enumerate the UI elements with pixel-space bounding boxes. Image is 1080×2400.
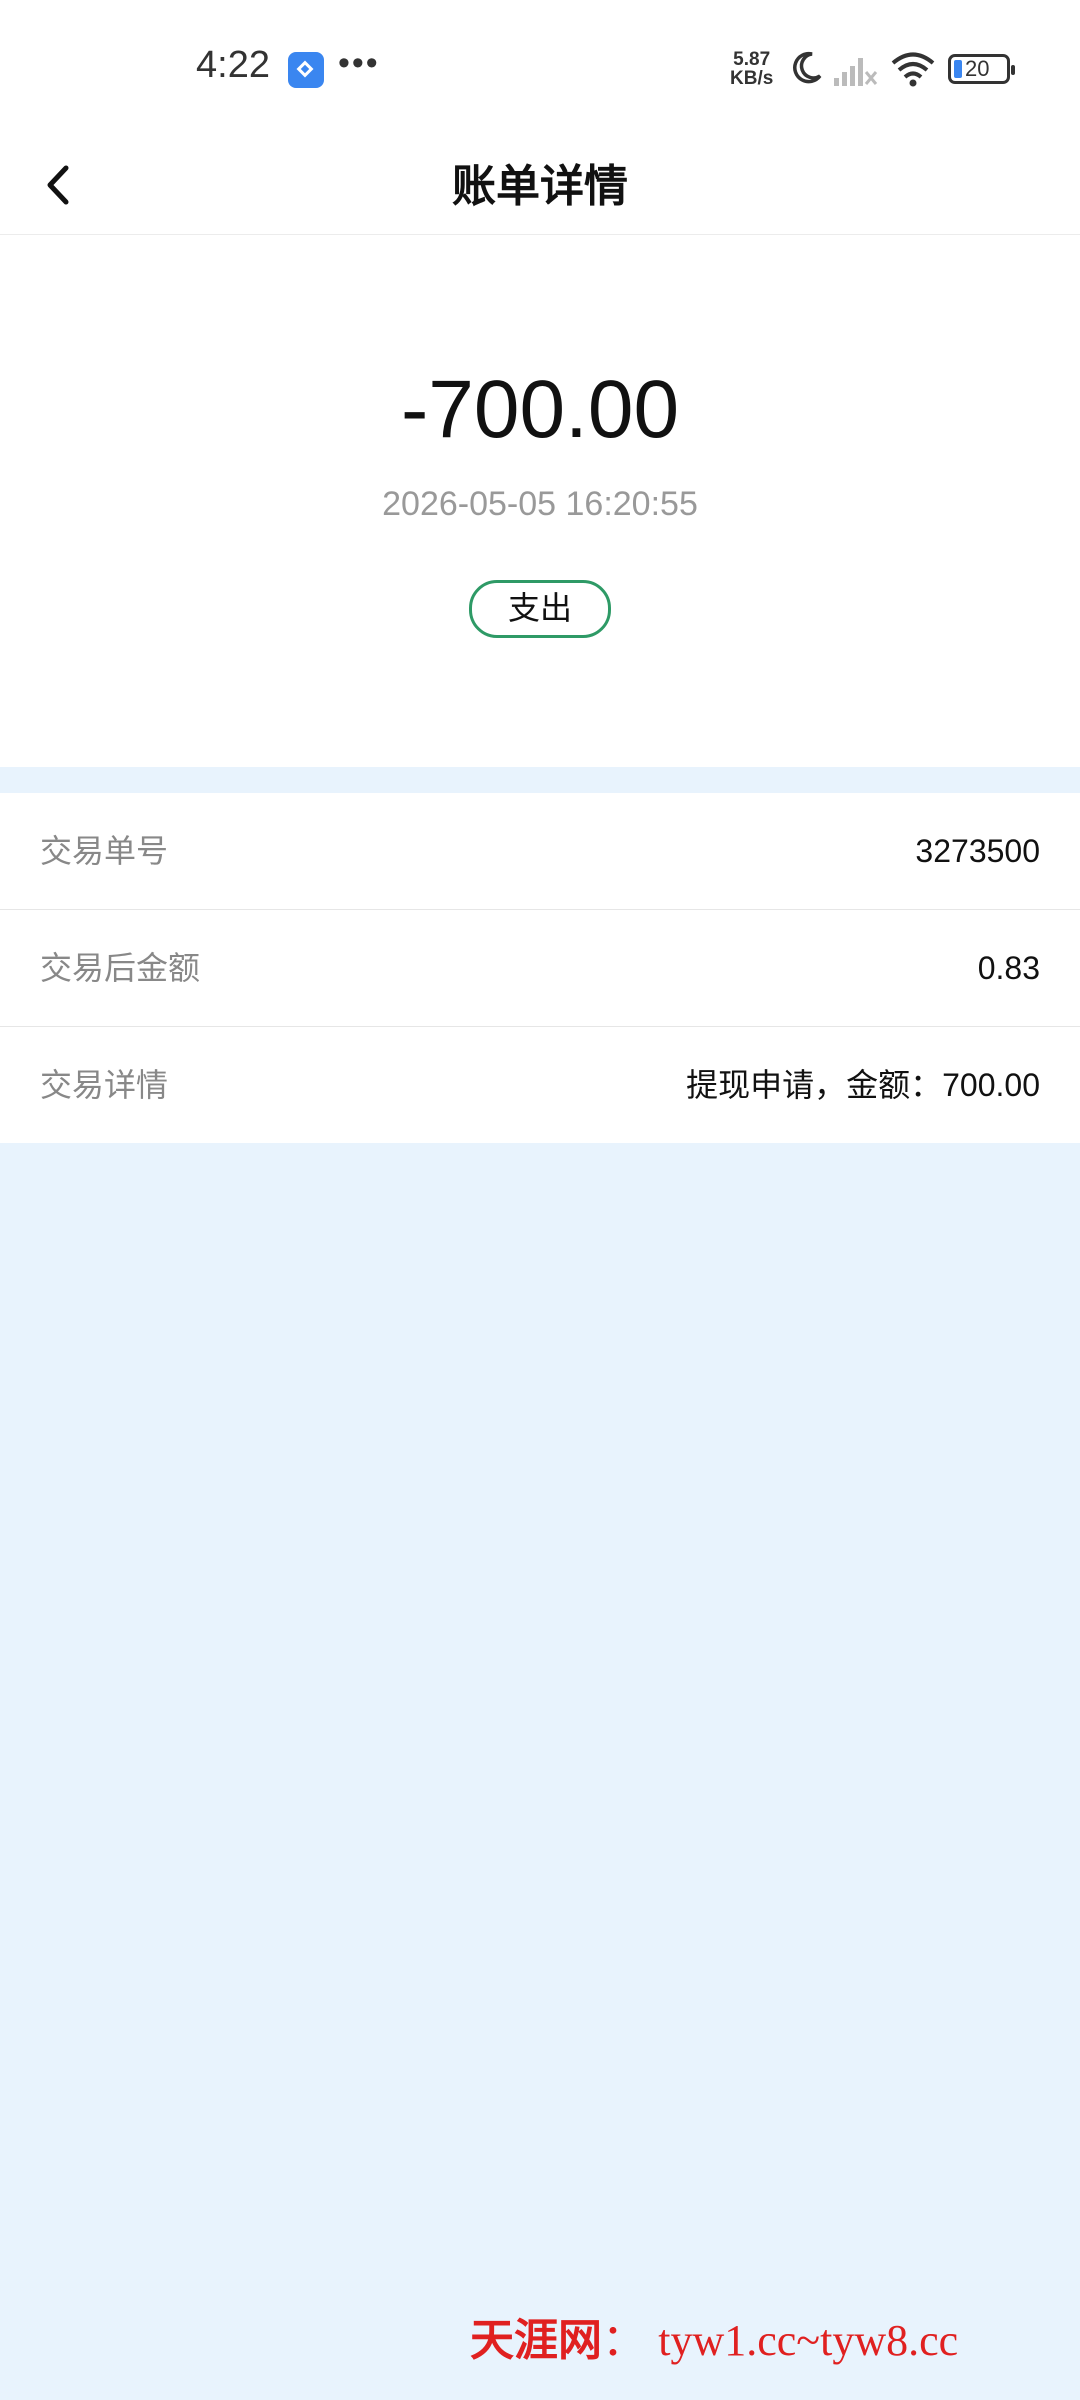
status-bar: 4:22 ••• 5.87 KB/s 20	[0, 0, 1080, 140]
detail-row-balance-after: 交易后金额 0.83	[0, 910, 1080, 1027]
detail-label: 交易单号	[40, 833, 169, 869]
transaction-summary: -700.00 2026-05-05 16:20:55 支出	[0, 235, 1080, 767]
app-shortcut-icon	[288, 52, 324, 88]
signal-icon	[834, 58, 878, 86]
watermark-name: 天涯网	[470, 2316, 602, 2365]
detail-row-description: 交易详情 提现申请，金额：700.00	[0, 1027, 1080, 1143]
transaction-type-badge: 支出	[469, 580, 611, 638]
more-notifications-icon: •••	[338, 44, 380, 82]
transaction-details-list: 交易单号 3273500 交易后金额 0.83 交易详情 提现申请，金额：700…	[0, 793, 1080, 1143]
detail-row-order-id: 交易单号 3273500	[0, 793, 1080, 910]
badge-container: 支出	[0, 580, 1080, 638]
status-time: 4:22	[196, 44, 270, 86]
watermark-url: tyw1.cc~tyw8.cc	[658, 2316, 959, 2365]
wifi-icon	[891, 52, 935, 87]
transaction-datetime: 2026-05-05 16:20:55	[382, 485, 698, 523]
nav-bar: 账单详情	[0, 140, 1080, 235]
detail-label: 交易后金额	[40, 950, 201, 986]
battery-icon: 20	[948, 54, 1015, 84]
moon-icon	[793, 51, 822, 84]
detail-value: 0.83	[977, 950, 1040, 986]
transaction-amount: -700.00	[400, 364, 680, 455]
battery-level: 20	[965, 56, 990, 81]
page-title: 账单详情	[452, 162, 628, 211]
watermark: 天涯网： tyw1.cc~tyw8.cc	[470, 2304, 958, 2368]
detail-value: 3273500	[915, 833, 1040, 869]
detail-label: 交易详情	[40, 1067, 169, 1103]
network-speed-value: 5.87	[733, 49, 771, 70]
watermark-separator: ：	[602, 2316, 646, 2365]
network-speed-unit: KB/s	[730, 68, 774, 89]
battery-level-fill	[954, 60, 962, 78]
network-speed: 5.87 KB/s	[730, 50, 773, 88]
detail-value: 提现申请，金额：700.00	[686, 1067, 1040, 1103]
